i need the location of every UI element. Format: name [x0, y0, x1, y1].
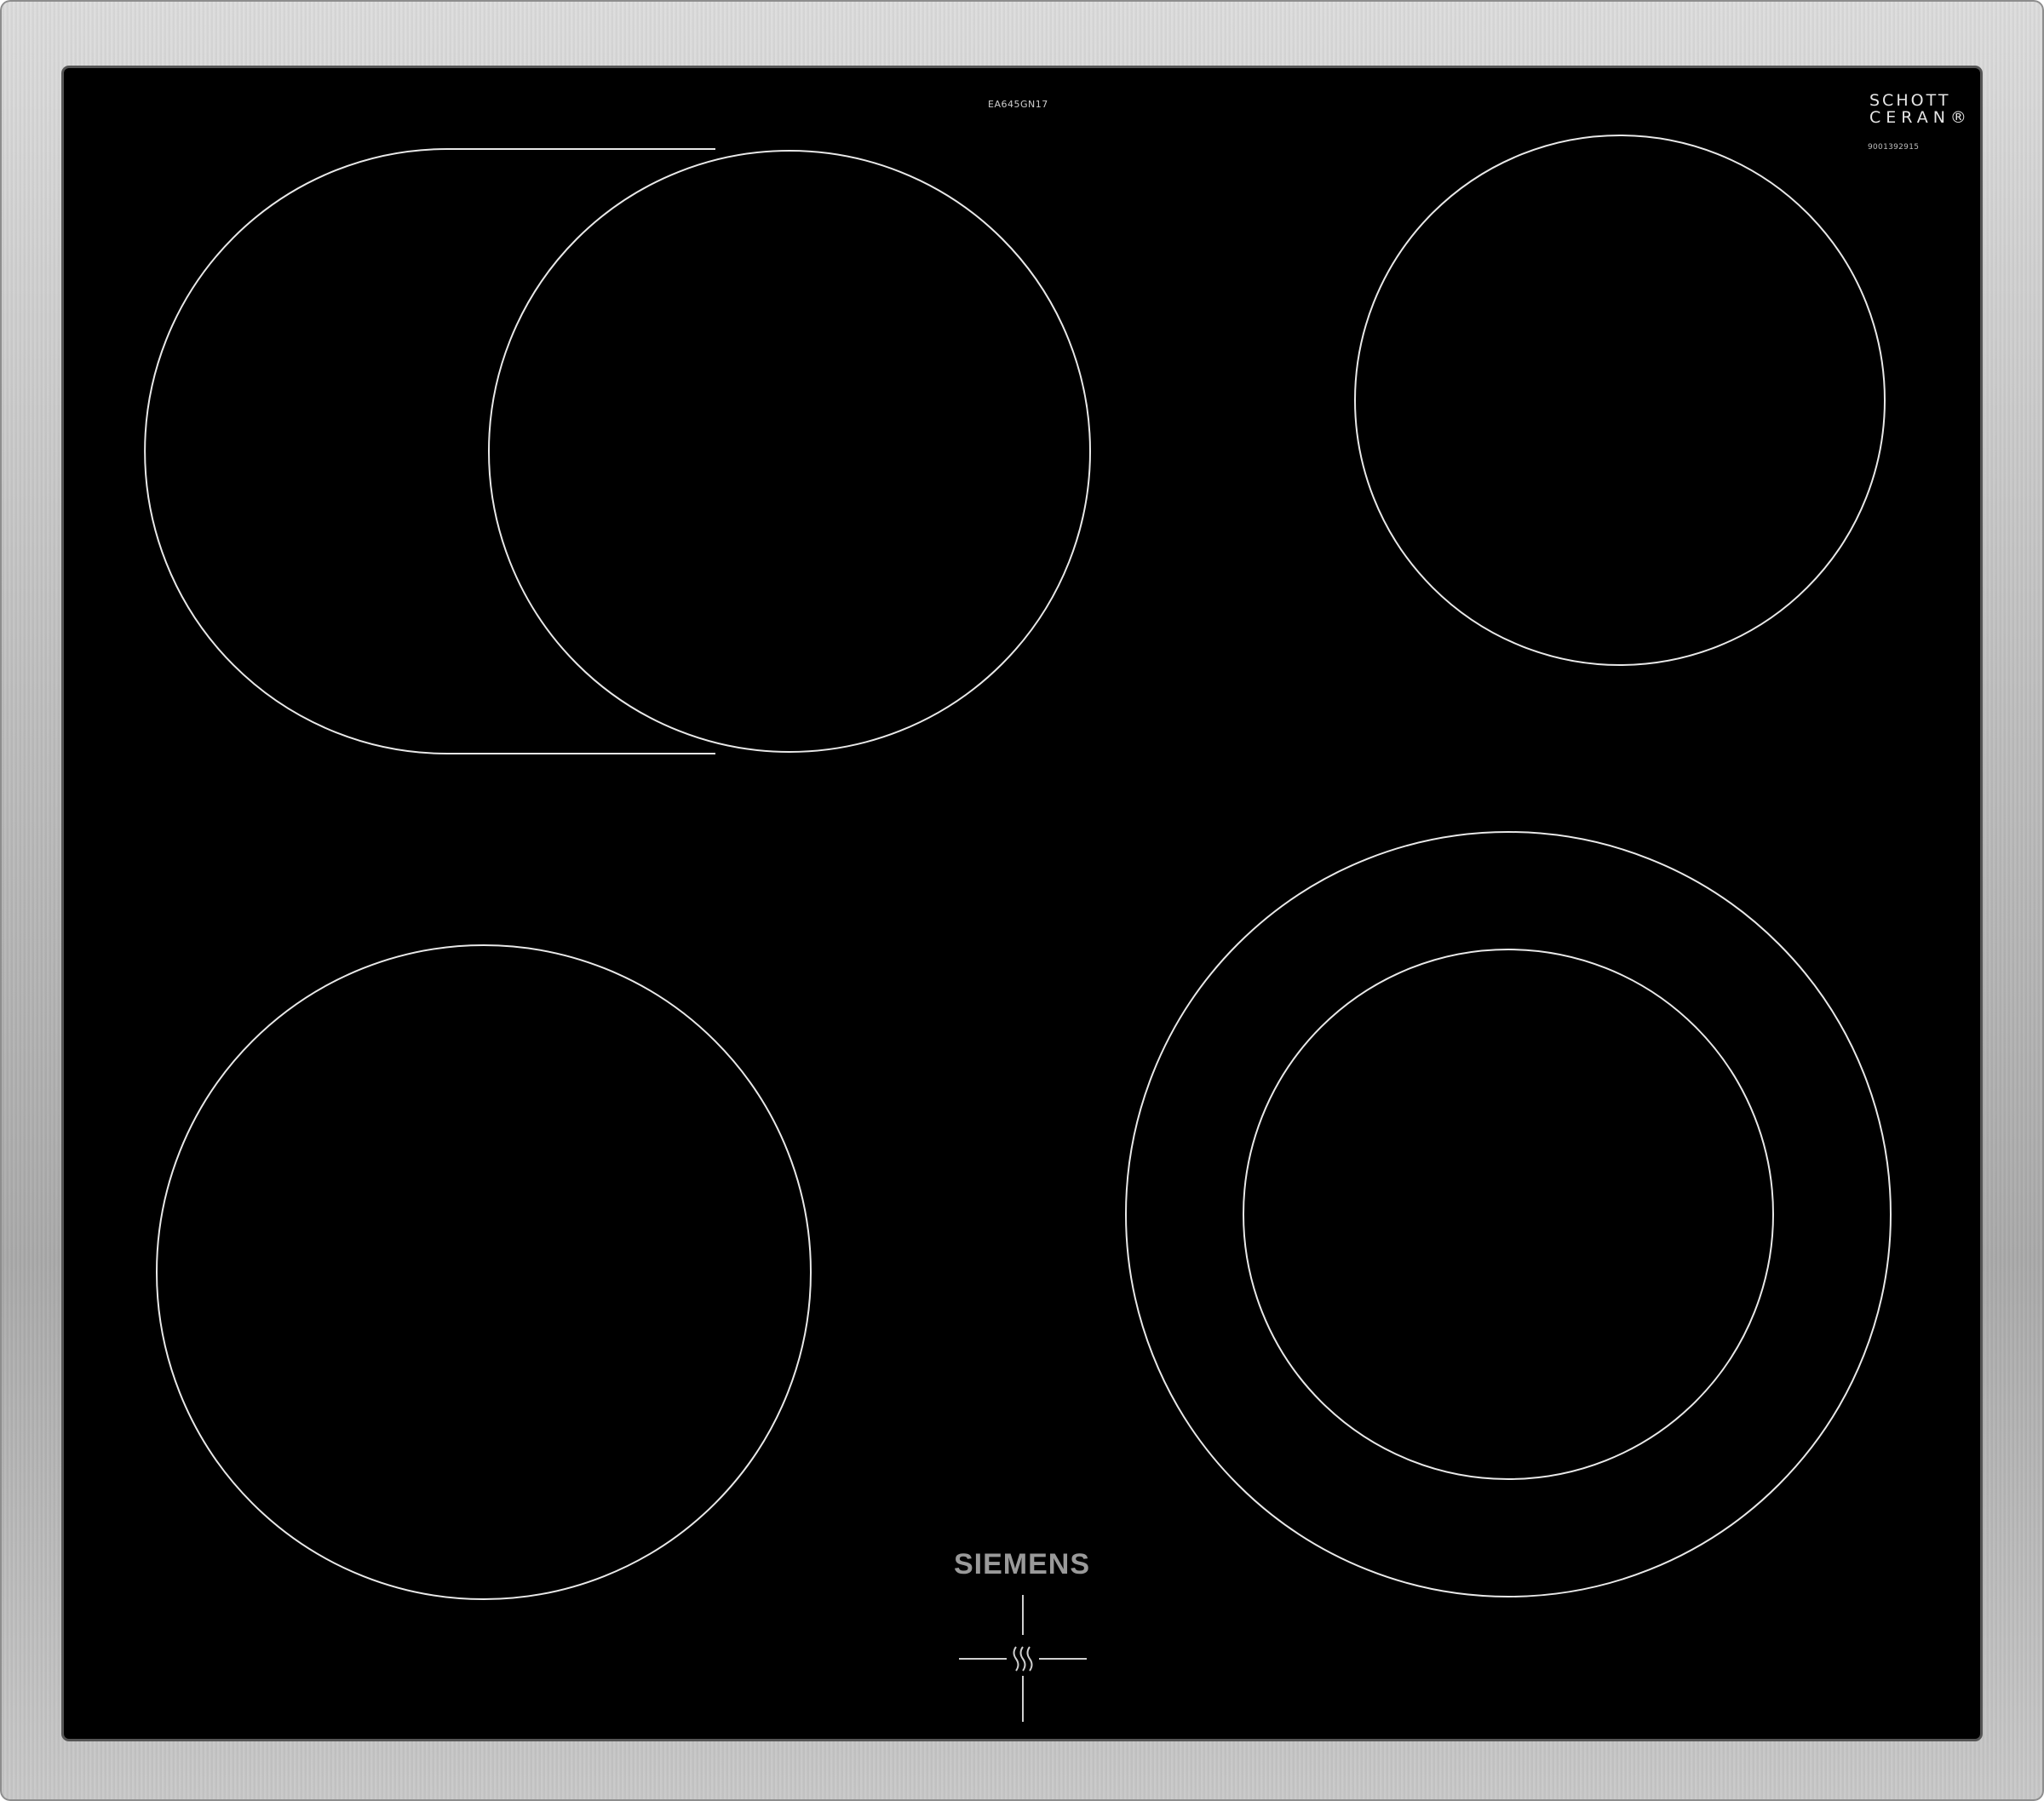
dual-zone-outer[interactable] [1125, 831, 1892, 1597]
roaster-zone-inner[interactable] [488, 150, 1091, 753]
heat-waves-icon [1013, 1646, 1033, 1672]
cooking-zone-top-right[interactable] [1354, 135, 1886, 666]
roaster-zone-outer[interactable] [144, 148, 715, 754]
cooking-zones-graphics [144, 135, 1892, 1722]
dual-zone-inner[interactable] [1243, 949, 1774, 1480]
siemens-logo: SIEMENS [953, 1548, 1091, 1580]
cooking-zone-bottom-left[interactable] [156, 944, 812, 1600]
